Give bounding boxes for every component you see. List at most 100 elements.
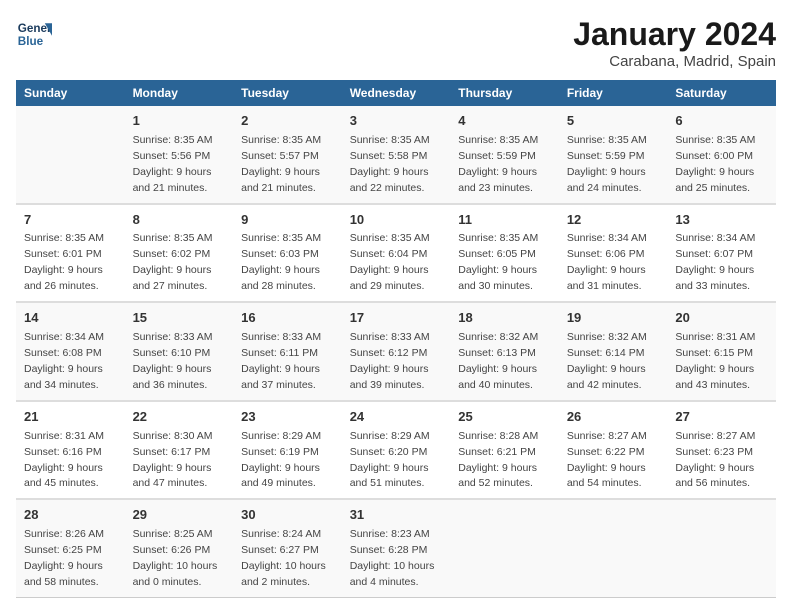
sunrise-text: Sunrise: 8:27 AM: [567, 430, 647, 442]
sunset-text: Sunset: 6:02 PM: [133, 248, 211, 260]
sunset-text: Sunset: 6:05 PM: [458, 248, 536, 260]
day-number: 28: [24, 506, 117, 525]
day-number: 6: [675, 112, 768, 131]
day-number: 18: [458, 309, 551, 328]
logo: General Blue: [16, 16, 52, 52]
week-row-2: 7 Sunrise: 8:35 AM Sunset: 6:01 PM Daylight…: [16, 204, 776, 303]
day-number: 15: [133, 309, 226, 328]
daylight-text: Daylight: 9 hours and 33 minutes.: [675, 264, 754, 292]
daylight-text: Daylight: 9 hours and 51 minutes.: [350, 462, 429, 490]
daylight-text: Daylight: 9 hours and 24 minutes.: [567, 166, 646, 194]
sunrise-text: Sunrise: 8:29 AM: [241, 430, 321, 442]
daylight-text: Daylight: 9 hours and 28 minutes.: [241, 264, 320, 292]
day-number: 27: [675, 408, 768, 427]
day-number: 26: [567, 408, 660, 427]
sunrise-text: Sunrise: 8:25 AM: [133, 528, 213, 540]
sunset-text: Sunset: 5:59 PM: [567, 150, 645, 162]
calendar-cell: 15Sunrise: 8:33 AMSunset: 6:10 PMDayligh…: [125, 302, 234, 401]
sunset-text: Sunset: 6:15 PM: [675, 347, 753, 359]
calendar-cell: [667, 499, 776, 597]
sunset-text: Sunset: 5:57 PM: [241, 150, 319, 162]
calendar-cell: 12Sunrise: 8:34 AMSunset: 6:06 PMDayligh…: [559, 204, 668, 303]
sunrise-text: Sunrise: 8:35 AM: [458, 232, 538, 244]
day-number: 1: [133, 112, 226, 131]
calendar-table: SundayMondayTuesdayWednesdayThursdayFrid…: [16, 80, 776, 598]
sunset-text: Sunset: 5:56 PM: [133, 150, 211, 162]
subtitle: Carabana, Madrid, Spain: [573, 53, 776, 70]
sunrise-text: Sunrise: 8:35 AM: [133, 232, 213, 244]
daylight-text: Daylight: 9 hours and 39 minutes.: [350, 363, 429, 391]
day-number: 11: [458, 211, 551, 230]
calendar-cell: 4Sunrise: 8:35 AMSunset: 5:59 PMDaylight…: [450, 106, 559, 204]
calendar-cell: 3Sunrise: 8:35 AMSunset: 5:58 PMDaylight…: [342, 106, 451, 204]
sunset-text: Sunset: 6:00 PM: [675, 150, 753, 162]
calendar-cell: 8 Sunrise: 8:35 AM Sunset: 6:02 PM Daylight…: [125, 204, 234, 303]
sunset-text: Sunset: 6:10 PM: [133, 347, 211, 359]
sunrise-text: Sunrise: 8:35 AM: [241, 134, 321, 146]
daylight-text: Daylight: 9 hours and 25 minutes.: [675, 166, 754, 194]
daylight-text: Daylight: 9 hours and 27 minutes.: [133, 264, 212, 292]
daylight-text: Daylight: 9 hours and 40 minutes.: [458, 363, 537, 391]
day-number: 10: [350, 211, 443, 230]
calendar-cell: 27Sunrise: 8:27 AMSunset: 6:23 PMDayligh…: [667, 401, 776, 500]
sunrise-text: Sunrise: 8:35 AM: [675, 134, 755, 146]
calendar-cell: 19Sunrise: 8:32 AMSunset: 6:14 PMDayligh…: [559, 302, 668, 401]
sunset-text: Sunset: 6:19 PM: [241, 446, 319, 458]
day-number: 21: [24, 408, 117, 427]
sunrise-text: Sunrise: 8:35 AM: [133, 134, 213, 146]
calendar-cell: 28Sunrise: 8:26 AMSunset: 6:25 PMDayligh…: [16, 499, 125, 597]
calendar-cell: 29Sunrise: 8:25 AMSunset: 6:26 PMDayligh…: [125, 499, 234, 597]
sunrise-text: Sunrise: 8:23 AM: [350, 528, 430, 540]
day-number: 30: [241, 506, 334, 525]
sunset-text: Sunset: 6:27 PM: [241, 544, 319, 556]
daylight-text: Daylight: 9 hours and 26 minutes.: [24, 264, 103, 292]
calendar-cell: 11 Sunrise: 8:35 AM Sunset: 6:05 PM Dayligh…: [450, 204, 559, 303]
daylight-text: Daylight: 9 hours and 30 minutes.: [458, 264, 537, 292]
sunset-text: Sunset: 6:14 PM: [567, 347, 645, 359]
sunset-text: Sunset: 6:22 PM: [567, 446, 645, 458]
day-number: 8: [133, 211, 226, 230]
sunrise-text: Sunrise: 8:34 AM: [567, 232, 647, 244]
week-row-1: 1 Sunrise: 8:35 AM Sunset: 5:56 PM Daylight…: [16, 106, 776, 204]
daylight-text: Daylight: 10 hours and 2 minutes.: [241, 560, 326, 588]
sunset-text: Sunset: 6:08 PM: [24, 347, 102, 359]
calendar-cell: 9Sunrise: 8:35 AMSunset: 6:03 PMDaylight…: [233, 204, 342, 303]
sunrise-text: Sunrise: 8:35 AM: [350, 134, 430, 146]
days-header-row: SundayMondayTuesdayWednesdayThursdayFrid…: [16, 80, 776, 106]
calendar-cell: 25Sunrise: 8:28 AMSunset: 6:21 PMDayligh…: [450, 401, 559, 500]
day-number: 2: [241, 112, 334, 131]
day-number: 29: [133, 506, 226, 525]
sunset-text: Sunset: 6:01 PM: [24, 248, 102, 260]
day-number: 19: [567, 309, 660, 328]
sunset-text: Sunset: 6:26 PM: [133, 544, 211, 556]
daylight-text: Daylight: 9 hours and 37 minutes.: [241, 363, 320, 391]
sunset-text: Sunset: 6:13 PM: [458, 347, 536, 359]
calendar-cell: 20Sunrise: 8:31 AMSunset: 6:15 PMDayligh…: [667, 302, 776, 401]
main-title: January 2024: [573, 16, 776, 53]
calendar-cell: 5Sunrise: 8:35 AMSunset: 5:59 PMDaylight…: [559, 106, 668, 204]
daylight-text: Daylight: 9 hours and 49 minutes.: [241, 462, 320, 490]
day-number: 22: [133, 408, 226, 427]
calendar-cell: 17Sunrise: 8:33 AMSunset: 6:12 PMDayligh…: [342, 302, 451, 401]
day-header-saturday: Saturday: [667, 80, 776, 106]
calendar-cell: 14Sunrise: 8:34 AMSunset: 6:08 PMDayligh…: [16, 302, 125, 401]
calendar-cell: [450, 499, 559, 597]
daylight-text: Daylight: 9 hours and 56 minutes.: [675, 462, 754, 490]
day-header-wednesday: Wednesday: [342, 80, 451, 106]
day-number: 20: [675, 309, 768, 328]
daylight-text: Daylight: 9 hours and 47 minutes.: [133, 462, 212, 490]
day-number: 23: [241, 408, 334, 427]
calendar-cell: 26Sunrise: 8:27 AMSunset: 6:22 PMDayligh…: [559, 401, 668, 500]
calendar-cell: [559, 499, 668, 597]
day-number: 7: [24, 211, 117, 230]
svg-text:Blue: Blue: [18, 35, 44, 48]
day-number: 4: [458, 112, 551, 131]
sunset-text: Sunset: 6:28 PM: [350, 544, 428, 556]
day-header-friday: Friday: [559, 80, 668, 106]
calendar-cell: 24Sunrise: 8:29 AMSunset: 6:20 PMDayligh…: [342, 401, 451, 500]
sunrise-text: Sunrise: 8:30 AM: [133, 430, 213, 442]
day-header-monday: Monday: [125, 80, 234, 106]
day-number: 14: [24, 309, 117, 328]
sunset-text: Sunset: 6:16 PM: [24, 446, 102, 458]
logo-icon: General Blue: [16, 16, 52, 52]
